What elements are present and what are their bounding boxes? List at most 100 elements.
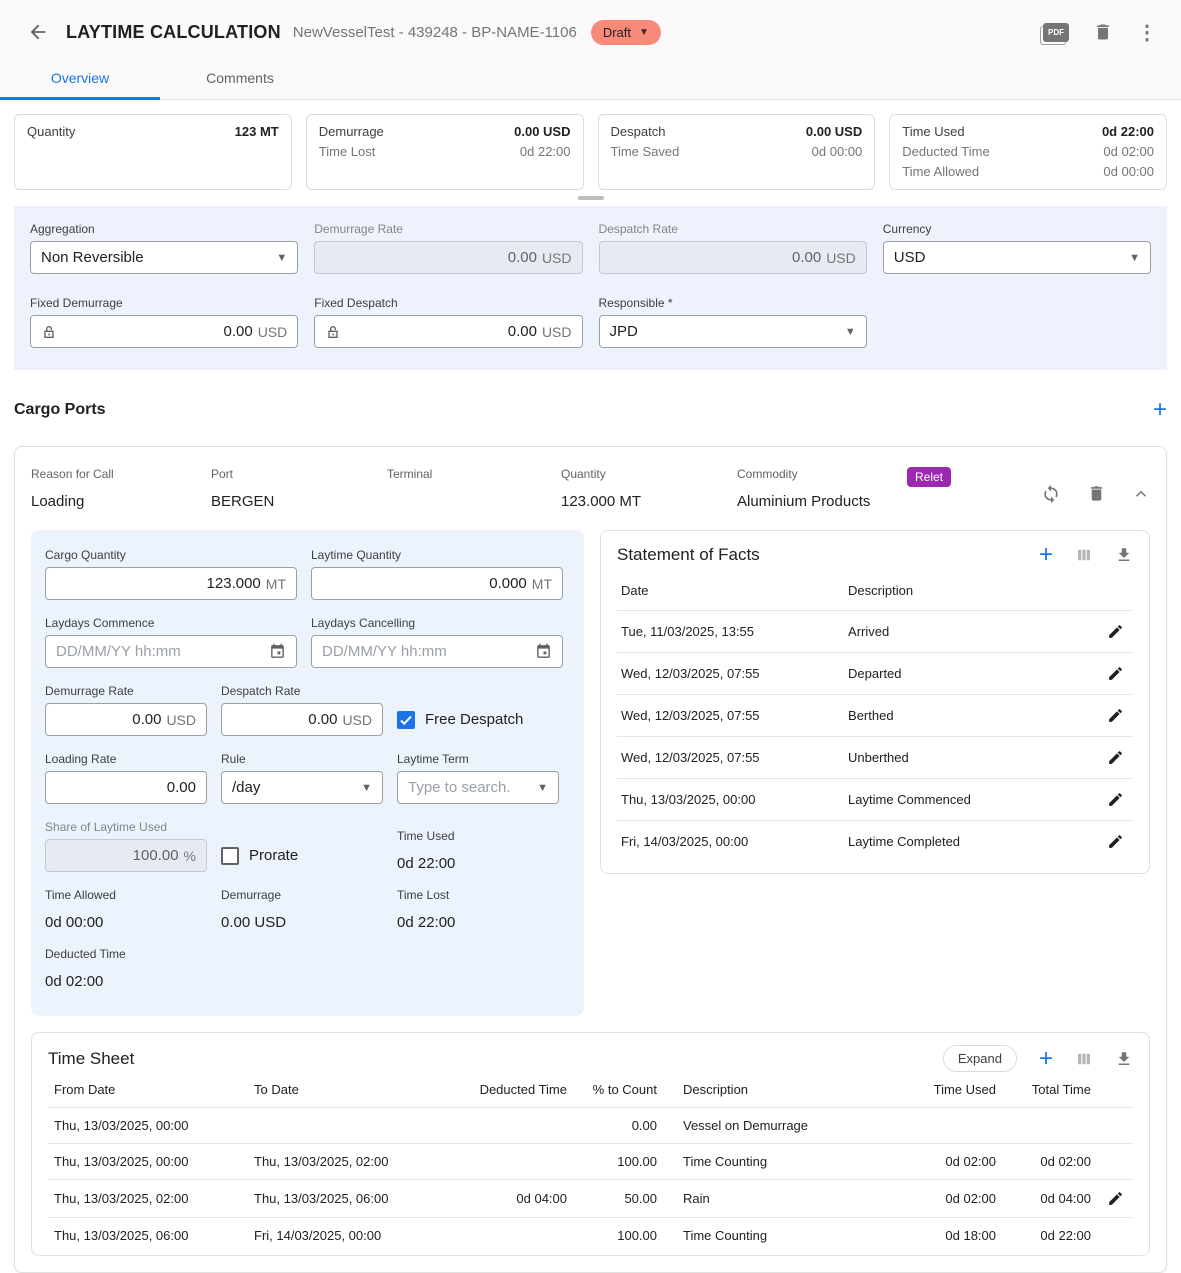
export-pdf-button[interactable]: PDF (1043, 23, 1069, 42)
status-label: Draft (603, 25, 631, 40)
sof-download-button[interactable] (1115, 546, 1133, 564)
calendar-icon[interactable] (269, 643, 286, 660)
card-value: 0d 02:00 (1103, 142, 1154, 162)
back-button[interactable] (24, 18, 52, 46)
calendar-icon[interactable] (535, 643, 552, 660)
columns-icon (1075, 1050, 1093, 1068)
ts-col-description: Description (663, 1072, 897, 1108)
chevron-down-icon: ▼ (276, 252, 287, 264)
ts-col-total: Total Time (1002, 1072, 1097, 1108)
fixed-demurrage-input[interactable]: 0.00USD (30, 315, 298, 348)
fixed-despatch-field: Fixed Despatch 0.00USD (314, 296, 582, 348)
table-row: Thu, 13/03/2025, 02:00 Thu, 13/03/2025, … (48, 1180, 1133, 1218)
delete-port-button[interactable] (1087, 484, 1106, 503)
card-despatch: Despatch0.00 USD Time Saved0d 00:00 (598, 114, 876, 190)
time-sheet-card: Time Sheet Expand + From Date To Date De… (31, 1032, 1150, 1256)
add-port-button[interactable]: + (1153, 400, 1167, 420)
card-label: Deducted Time (902, 142, 989, 162)
panel-resize-handle[interactable] (578, 196, 604, 200)
tab-bar: Overview Comments (0, 58, 1181, 100)
relet-badge: Relet (907, 467, 951, 487)
trash-icon (1087, 484, 1106, 503)
tab-comments[interactable]: Comments (160, 58, 320, 99)
summary-cards: Quantity123 MT Demurrage0.00 USD Time Lo… (0, 100, 1181, 194)
table-row: Thu, 13/03/2025, 00:00 Thu, 13/03/2025, … (48, 1144, 1133, 1180)
tab-overview[interactable]: Overview (0, 58, 160, 99)
edit-row-button[interactable] (1103, 1190, 1127, 1207)
card-value: 0d 00:00 (1103, 162, 1154, 182)
lock-icon[interactable] (325, 324, 341, 340)
table-row: Thu, 13/03/2025, 00:00 Laytime Commenced (617, 779, 1133, 821)
responsible-select[interactable]: JPD▼ (599, 315, 867, 348)
expand-button[interactable]: Expand (943, 1045, 1017, 1072)
port-detail-panel: Cargo Quantity 123.000MT Laytime Quantit… (31, 530, 584, 1016)
laydays-cancelling-input[interactable]: DD/MM/YY hh:mm (311, 635, 563, 668)
loading-rate-input[interactable]: 0.00 (45, 771, 207, 804)
add-timesheet-row-button[interactable]: + (1039, 1049, 1053, 1069)
fixed-despatch-input[interactable]: 0.00USD (314, 315, 582, 348)
deducted-time-stat: Deducted Time 0d 02:00 (45, 947, 207, 990)
card-value: 0.00 USD (806, 122, 862, 142)
table-row: Thu, 13/03/2025, 00:00 0.00 Vessel on De… (48, 1108, 1133, 1144)
delete-button[interactable] (1093, 22, 1113, 42)
timesheet-download-button[interactable] (1115, 1050, 1133, 1068)
time-allowed-stat: Time Allowed 0d 00:00 (45, 888, 207, 931)
port-demurrage-rate-input[interactable]: 0.00USD (45, 703, 207, 736)
chevron-down-icon: ▼ (361, 782, 372, 794)
port-despatch-rate-field: Despatch Rate 0.00USD (221, 684, 383, 736)
lock-icon[interactable] (41, 324, 57, 340)
card-label: Despatch (611, 122, 666, 142)
card-value: 0d 22:00 (1102, 122, 1154, 142)
card-label: Time Used (902, 122, 964, 142)
port-demurrage-rate-field: Demurrage Rate 0.00USD (45, 684, 207, 736)
card-label: Time Lost (319, 142, 376, 162)
top-bar: LAYTIME CALCULATION NewVesselTest - 4392… (0, 0, 1181, 100)
more-menu-button[interactable]: ⋮ (1137, 20, 1157, 45)
recalculate-button[interactable] (1041, 484, 1061, 504)
card-value: 0d 22:00 (520, 142, 571, 162)
rule-select[interactable]: /day▼ (221, 771, 383, 804)
sof-columns-button[interactable] (1075, 546, 1093, 564)
card-label: Quantity (27, 122, 75, 142)
responsible-label: Responsible * (599, 296, 867, 310)
loading-rate-field: Loading Rate 0.00 (45, 752, 207, 804)
edit-row-button[interactable] (1101, 749, 1129, 766)
ts-col-pct: % to Count (573, 1072, 663, 1108)
edit-row-button[interactable] (1101, 791, 1129, 808)
sof-col-description: Description (844, 569, 1097, 611)
table-row: Wed, 12/03/2025, 07:55 Departed (617, 653, 1133, 695)
laytime-quantity-input[interactable]: 0.000MT (311, 567, 563, 600)
table-row: Tue, 11/03/2025, 13:55 Arrived (617, 611, 1133, 653)
port-demurrage-stat: Demurrage 0.00 USD (221, 888, 383, 931)
edit-row-button[interactable] (1101, 665, 1129, 682)
add-sof-row-button[interactable]: + (1039, 545, 1053, 565)
cargo-ports-title: Cargo Ports (14, 401, 106, 419)
pencil-icon (1107, 791, 1124, 808)
chevron-down-icon: ▼ (845, 326, 856, 338)
port-card: Reason for Call Loading Port BERGEN Term… (14, 446, 1167, 1273)
laytime-term-select[interactable]: Type to search.▼ (397, 771, 559, 804)
sof-table: Date Description Tue, 11/03/2025, 13:55 … (617, 569, 1133, 862)
free-despatch-checkbox[interactable]: Free Despatch (397, 703, 523, 736)
aggregation-label: Aggregation (30, 222, 298, 236)
edit-row-button[interactable] (1101, 833, 1129, 850)
edit-row-button[interactable] (1101, 623, 1129, 640)
currency-select[interactable]: USD▼ (883, 241, 1151, 274)
collapse-port-button[interactable] (1132, 485, 1150, 503)
status-badge[interactable]: Draft ▼ (591, 20, 661, 45)
time-used-stat: Time Used 0d 22:00 (397, 829, 559, 872)
prorate-checkbox[interactable]: Prorate (221, 839, 383, 872)
fixed-despatch-label: Fixed Despatch (314, 296, 582, 310)
responsible-field: Responsible * JPD▼ (599, 296, 867, 348)
demurrage-rate-input: 0.00USD (314, 241, 582, 274)
sof-col-date: Date (617, 569, 844, 611)
aggregation-select[interactable]: Non Reversible▼ (30, 241, 298, 274)
card-value: 123 MT (235, 122, 279, 142)
trash-icon (1093, 22, 1113, 42)
laydays-commence-input[interactable]: DD/MM/YY hh:mm (45, 635, 297, 668)
edit-row-button[interactable] (1101, 707, 1129, 724)
timesheet-columns-button[interactable] (1075, 1050, 1093, 1068)
cargo-ports-header: Cargo Ports + (14, 400, 1167, 420)
port-despatch-rate-input[interactable]: 0.00USD (221, 703, 383, 736)
cargo-quantity-input[interactable]: 123.000MT (45, 567, 297, 600)
